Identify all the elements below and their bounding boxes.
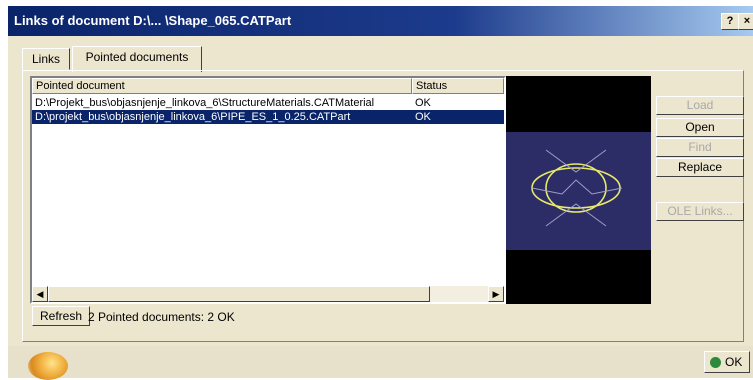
column-header-pointed-document[interactable]: Pointed document	[32, 78, 412, 94]
replace-button[interactable]: Replace	[656, 158, 744, 177]
column-header-status[interactable]: Status	[412, 78, 504, 94]
row-status: OK	[415, 97, 431, 109]
part-preview	[506, 76, 651, 304]
scrollbar-track[interactable]	[430, 286, 488, 302]
title-bar[interactable]: Links of document D:\... \Shape_065.CATP…	[8, 6, 753, 36]
load-button[interactable]: Load	[656, 96, 744, 115]
scrollbar-thumb[interactable]	[48, 286, 430, 302]
window-title: Links of document D:\... \Shape_065.CATP…	[14, 13, 292, 28]
preview-viewport	[506, 132, 651, 250]
row-document: D:\projekt_bus\objasnjenje_linkova_6\PIP…	[35, 111, 351, 123]
status-text: 2 Pointed documents: 2 OK	[88, 310, 235, 324]
help-button[interactable]: ?	[721, 13, 739, 30]
preview-viewport-bg	[506, 132, 651, 250]
dialog-window: Links of document D:\... \Shape_065.CATP…	[8, 6, 753, 380]
dialog-footer	[8, 346, 753, 378]
ok-label: OK	[725, 355, 743, 369]
find-button[interactable]: Find	[656, 138, 744, 157]
close-button[interactable]: ×	[738, 13, 753, 30]
ole-links-button[interactable]: OLE Links...	[656, 202, 744, 221]
pointed-documents-list[interactable]: Pointed document Status D:\Projekt_bus\o…	[30, 76, 506, 304]
catia-logo-icon	[28, 352, 68, 380]
tab-pointed-documents[interactable]: Pointed documents	[72, 46, 202, 72]
scroll-right-icon[interactable]: ▶	[488, 286, 504, 302]
row-document: D:\Projekt_bus\objasnjenje_linkova_6\Str…	[35, 97, 375, 109]
ok-button[interactable]: OK	[704, 351, 750, 373]
table-row-selected[interactable]: D:\projekt_bus\objasnjenje_linkova_6\PIP…	[32, 110, 504, 124]
tab-links[interactable]: Links	[22, 48, 70, 70]
horizontal-scrollbar[interactable]: ◀ ▶	[32, 286, 504, 302]
refresh-button[interactable]: Refresh	[32, 306, 90, 326]
open-button[interactable]: Open	[656, 118, 744, 137]
tab-pointed-documents-label: Pointed documents	[85, 50, 189, 64]
scroll-left-icon[interactable]: ◀	[32, 286, 48, 302]
ok-check-icon	[710, 357, 721, 368]
table-row[interactable]: D:\Projekt_bus\objasnjenje_linkova_6\Str…	[32, 96, 504, 110]
row-status: OK	[415, 111, 431, 123]
